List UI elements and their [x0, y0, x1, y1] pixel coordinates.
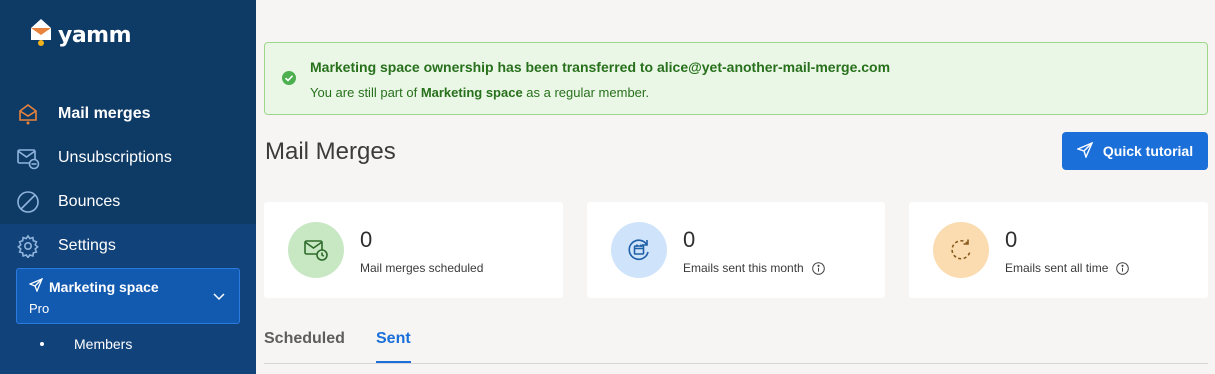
stat-value: 0 [1005, 227, 1018, 252]
page-title: Mail Merges [265, 138, 396, 165]
tab-sent[interactable]: Sent [376, 330, 411, 348]
alert-message: You are still part of Marketing space as… [310, 85, 650, 100]
sidebar-item-bounces[interactable]: Bounces [16, 184, 240, 220]
bullet-icon [40, 342, 44, 346]
sidebar-item-mail-merges[interactable]: Mail merges [16, 96, 240, 132]
stat-label: Emails sent this month [683, 261, 825, 275]
info-icon[interactable] [1116, 261, 1130, 275]
stat-label: Mail merges scheduled [360, 261, 484, 275]
sidebar-item-settings[interactable]: Settings [16, 228, 240, 264]
sidebar-item-unsubscriptions[interactable]: Unsubscriptions [16, 140, 240, 176]
sidebar-item-label: Mail merges [58, 105, 151, 122]
check-circle-icon [281, 70, 297, 91]
brand-name: yamm [58, 23, 132, 48]
sidebar: yamm Mail merges Unsubscriptions Bounces… [0, 0, 256, 374]
success-alert: Marketing space ownership has been trans… [264, 42, 1208, 115]
stat-card-sent-all-time: 0 Emails sent all time [909, 202, 1208, 298]
stat-card-sent-month: 0 Emails sent this month [587, 202, 885, 298]
tab-scheduled[interactable]: Scheduled [264, 330, 345, 348]
bounce-icon [16, 190, 40, 214]
unsubscribe-mail-icon [16, 146, 40, 170]
sidebar-subitem-members[interactable]: Members [40, 336, 132, 352]
space-plan: Pro [29, 301, 50, 316]
calendar-refresh-icon [611, 222, 667, 278]
stat-value: 0 [683, 227, 696, 252]
paper-plane-icon [1075, 141, 1094, 161]
logo-icon [30, 18, 52, 53]
button-label: Quick tutorial [1102, 143, 1194, 159]
refresh-icon [933, 222, 989, 278]
info-icon[interactable] [811, 261, 825, 275]
active-tab-indicator [376, 361, 411, 363]
gear-icon [16, 234, 40, 258]
paper-plane-icon [28, 277, 44, 295]
stat-card-scheduled: 0 Mail merges scheduled [264, 202, 563, 298]
chevron-down-icon[interactable] [213, 288, 225, 306]
sidebar-subitem-label: Members [74, 336, 133, 352]
sidebar-item-label: Settings [58, 237, 116, 254]
scheduled-mail-icon [288, 222, 344, 278]
yamm-logo[interactable]: yamm [30, 18, 132, 53]
sidebar-item-label: Unsubscriptions [58, 149, 172, 166]
mail-merge-icon [16, 102, 40, 126]
stat-label: Emails sent all time [1005, 261, 1130, 275]
quick-tutorial-button[interactable]: Quick tutorial [1062, 132, 1208, 170]
merge-tabs: Scheduled Sent [264, 318, 1208, 364]
alert-title: Marketing space ownership has been trans… [310, 59, 891, 75]
space-selector[interactable]: Marketing space Pro [16, 268, 240, 324]
sidebar-item-label: Bounces [58, 193, 121, 210]
stat-value: 0 [360, 227, 373, 252]
space-name: Marketing space [49, 278, 159, 295]
